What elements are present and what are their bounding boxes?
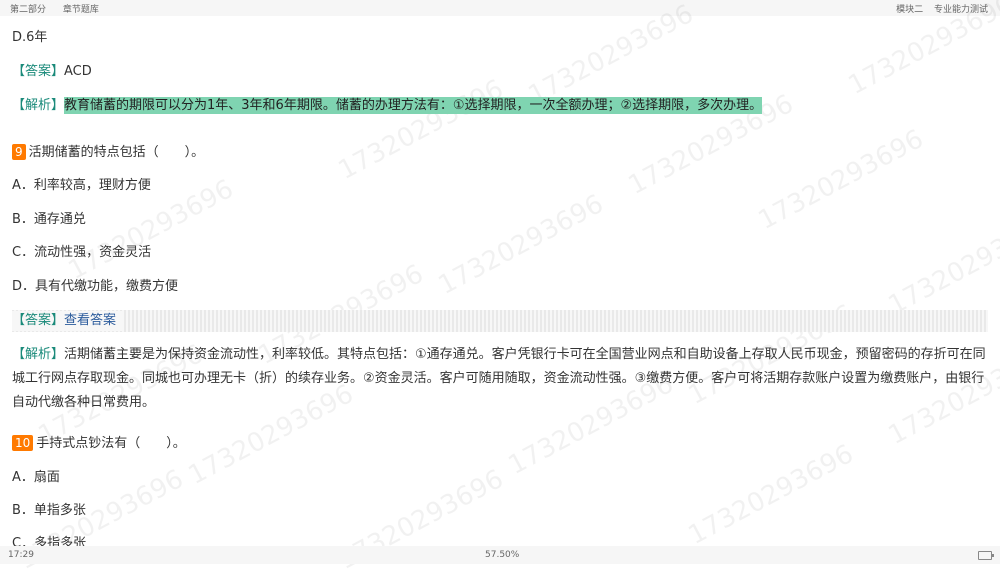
answer-tag: 【答案】: [12, 64, 65, 79]
watermark: 17320293696: [333, 74, 509, 186]
clock: 17:29: [8, 550, 34, 560]
highlighted-explanation[interactable]: 教育储蓄的期限可以分为1年、3年和6年期限。储蓄的办理方法有：①选择期限，一次全…: [64, 97, 763, 114]
watermark: 17320293696: [683, 439, 859, 551]
answer-value: ACD: [64, 64, 92, 79]
option-d[interactable]: D．具有代缴功能，缴费方便: [12, 277, 178, 297]
breadcrumb-chapter[interactable]: 章节题库: [63, 5, 99, 15]
battery-icon: [978, 551, 994, 560]
watermark: 17320293696: [753, 124, 929, 236]
option-a[interactable]: A．利率较高，理财方便: [12, 176, 151, 196]
breadcrumb: 第二部分 章节题库: [10, 2, 113, 15]
question-number: 9: [12, 144, 26, 160]
explanation-text: 活期储蓄主要是为保持资金流动性，利率较低。其特点包括：①通存通兑。客户凭银行卡可…: [12, 347, 986, 410]
watermark: 17320293696: [433, 189, 609, 301]
option-d-prev: D.6年: [12, 30, 48, 45]
breadcrumb-part[interactable]: 第二部分: [10, 5, 46, 15]
question-number: 10: [12, 435, 34, 451]
view-answer-link[interactable]: 查看答案: [64, 313, 116, 328]
explanation-9: 【解析】活期储蓄主要是为保持资金流动性，利率较低。其特点包括：①通存通兑。客户凭…: [12, 343, 988, 415]
module-label: 模块二: [896, 5, 924, 15]
answer-tag: 【答案】: [12, 313, 65, 328]
question-text: 活期储蓄的特点包括（ ）。: [28, 145, 205, 160]
answer-prev: 【答案】ACD: [12, 62, 92, 82]
explanation-tag: 【解析】: [12, 98, 65, 113]
answer-bar[interactable]: 【答案】查看答案: [12, 310, 988, 332]
option-b[interactable]: B．通存通兑: [12, 210, 86, 230]
watermark: 17320293696: [523, 0, 699, 111]
question-9: 9 活期储蓄的特点包括（ ）。: [12, 143, 204, 163]
explanation-prev: 【解析】教育储蓄的期限可以分为1年、3年和6年期限。储蓄的办理方法有：①选择期限…: [12, 96, 763, 116]
option-b[interactable]: B．单指多张: [12, 501, 86, 521]
explanation-tag: 【解析】: [12, 347, 65, 362]
top-bar: 第二部分 章节题库 模块二 专业能力测试: [0, 0, 1000, 16]
module-title: 模块二 专业能力测试: [888, 2, 988, 15]
option-c[interactable]: C．流动性强，资金灵活: [12, 243, 151, 263]
question-text: 手持式点钞法有（ ）。: [36, 436, 186, 451]
option-a[interactable]: A．扇面: [12, 468, 60, 488]
watermark: 17320293696: [883, 209, 1000, 321]
module-name: 专业能力测试: [933, 5, 988, 15]
status-bar: 17:29 57.50%: [0, 546, 1000, 564]
answer-row: 【答案】查看答案: [12, 311, 123, 331]
question-10: 10 手持式点钞法有（ ）。: [12, 434, 186, 454]
reading-progress: 57.50%: [485, 550, 520, 560]
